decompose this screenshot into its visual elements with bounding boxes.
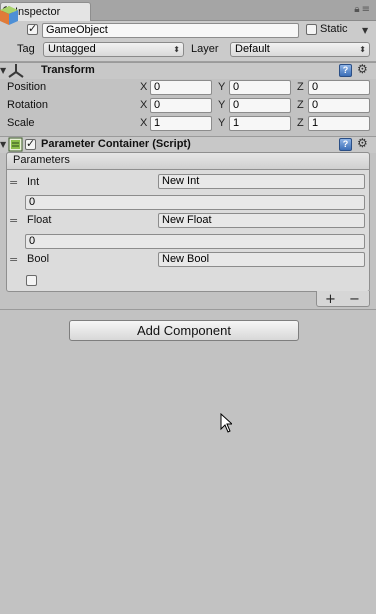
remove-item-button[interactable]: − <box>349 293 360 307</box>
gear-icon[interactable]: ⚙ <box>357 136 368 150</box>
param-type-label: Int <box>27 176 40 188</box>
help-icon[interactable]: ? <box>339 64 352 77</box>
tab-menu-icons[interactable]: 🔒︎≡ <box>354 4 372 15</box>
tab-label: Inspector <box>15 6 61 18</box>
param-value-field[interactable]: 0 <box>25 234 365 249</box>
lock-icon[interactable]: 🔒︎ <box>354 4 361 15</box>
param-value-field[interactable]: 0 <box>25 195 365 210</box>
scale-label: Scale <box>7 117 35 129</box>
active-checkbox[interactable] <box>27 22 38 35</box>
script-icon <box>8 137 23 152</box>
gameobject-name-field[interactable]: GameObject <box>42 23 299 38</box>
param-name-field[interactable]: New Bool <box>158 252 365 267</box>
drag-handle-icon[interactable]: = <box>9 176 18 189</box>
drag-handle-icon[interactable]: = <box>9 253 18 266</box>
foldout-arrow-icon[interactable]: ▼ <box>0 66 6 75</box>
static-label: Static <box>320 23 348 35</box>
axis-x-label[interactable]: X <box>140 117 147 129</box>
param-bool-checkbox[interactable] <box>26 275 37 286</box>
axis-y-label[interactable]: Y <box>218 117 225 129</box>
script-title: Parameter Container (Script) <box>41 138 191 150</box>
transform-axes-icon <box>8 64 24 78</box>
position-label: Position <box>7 81 47 93</box>
layer-label: Layer <box>191 43 219 55</box>
add-item-button[interactable]: + <box>325 293 336 307</box>
rotation-x-field[interactable]: 0 <box>150 98 212 113</box>
tab-menu-icon[interactable]: ≡ <box>362 4 372 15</box>
param-type-label: Bool <box>27 253 50 265</box>
add-component-button[interactable]: Add Component <box>69 320 299 341</box>
gear-icon[interactable]: ⚙ <box>357 62 368 76</box>
transform-title: Transform <box>41 64 95 76</box>
help-icon[interactable]: ? <box>339 138 352 151</box>
axis-z-label[interactable]: Z <box>297 81 304 93</box>
position-z-field[interactable]: 0 <box>308 80 370 95</box>
drag-handle-icon[interactable]: = <box>9 214 18 227</box>
layer-value: Default <box>235 43 270 55</box>
gameobject-cube-icon <box>0 6 18 25</box>
static-dropdown-icon[interactable]: ▼ <box>362 26 368 35</box>
param-name-field[interactable]: New Float <box>158 213 365 228</box>
axis-z-label[interactable]: Z <box>297 99 304 111</box>
position-x-field[interactable]: 0 <box>150 80 212 95</box>
foldout-arrow-icon[interactable]: ▼ <box>0 140 6 149</box>
param-name-field[interactable]: New Int <box>158 174 365 189</box>
scale-y-field[interactable]: 1 <box>229 116 291 131</box>
axis-z-label[interactable]: Z <box>297 117 304 129</box>
rotation-y-field[interactable]: 0 <box>229 98 291 113</box>
chevron-updown-icon: ⬍ <box>173 45 180 54</box>
scale-z-field[interactable]: 1 <box>308 116 370 131</box>
static-checkbox[interactable] <box>306 24 317 35</box>
scale-x-field[interactable]: 1 <box>150 116 212 131</box>
layer-dropdown[interactable]: Default ⬍ <box>230 42 370 57</box>
axis-x-label[interactable]: X <box>140 99 147 111</box>
axis-x-label[interactable]: X <box>140 81 147 93</box>
param-type-label: Float <box>27 214 52 226</box>
script-enabled-checkbox[interactable] <box>25 137 36 150</box>
rotation-z-field[interactable]: 0 <box>308 98 370 113</box>
divider <box>0 309 376 310</box>
tag-label: Tag <box>17 43 35 55</box>
chevron-updown-icon: ⬍ <box>359 45 366 54</box>
axis-y-label[interactable]: Y <box>218 81 225 93</box>
position-y-field[interactable]: 0 <box>229 80 291 95</box>
axis-y-label[interactable]: Y <box>218 99 225 111</box>
rotation-label: Rotation <box>7 99 48 111</box>
tag-dropdown[interactable]: Untagged ⬍ <box>43 42 184 57</box>
parameters-header-label: Parameters <box>13 154 70 166</box>
tag-value: Untagged <box>48 43 96 55</box>
mouse-pointer-icon <box>220 413 232 433</box>
